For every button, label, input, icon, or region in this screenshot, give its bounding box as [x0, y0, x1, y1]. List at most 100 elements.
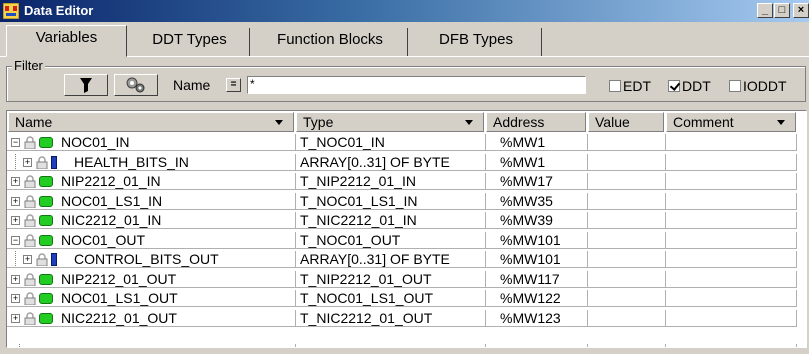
comment-cell[interactable] — [666, 193, 797, 210]
address-cell[interactable]: %MW1 — [486, 134, 588, 151]
expand-icon[interactable]: + — [11, 314, 20, 323]
name-cell[interactable]: + HEALTH_BITS_IN — [7, 154, 296, 171]
column-header-type[interactable]: Type — [296, 112, 484, 132]
type-cell[interactable]: T_NIC2212_01_OUT — [296, 310, 486, 327]
collapse-icon[interactable]: − — [11, 236, 20, 245]
name-cell[interactable]: + NIC2212_01_IN — [7, 212, 296, 229]
value-cell[interactable] — [588, 173, 666, 190]
expand-icon[interactable]: + — [11, 216, 20, 225]
type-cell[interactable]: T_NIP2212_01_IN — [296, 173, 486, 190]
address-cell[interactable]: %MW122 — [486, 290, 588, 307]
column-header-comment[interactable]: Comment — [666, 112, 796, 132]
chevron-down-icon[interactable] — [275, 120, 283, 125]
table-row[interactable]: + NIP2212_01_OUT T_NIP2212_01_OUT %MW117 — [7, 271, 797, 288]
value-cell[interactable] — [588, 232, 666, 249]
apply-filter-button[interactable] — [64, 74, 108, 96]
type-cell[interactable]: T_NOC01_LS1_OUT — [296, 290, 486, 307]
value-cell[interactable] — [588, 271, 666, 288]
value-cell[interactable] — [588, 310, 666, 327]
type-cell[interactable]: T_NIP2212_01_OUT — [296, 271, 486, 288]
value-cell[interactable] — [588, 193, 666, 210]
table-row[interactable]: + NIC2212_01_IN T_NIC2212_01_IN %MW39 — [7, 212, 797, 229]
name-cell[interactable]: − NOC01_OUT — [7, 232, 296, 249]
name-cell[interactable]: + NIP2212_01_OUT — [7, 271, 296, 288]
equals-operator-button[interactable]: = — [226, 78, 241, 92]
value-cell[interactable] — [588, 212, 666, 229]
comment-cell[interactable] — [666, 271, 797, 288]
expand-icon[interactable]: + — [23, 255, 32, 264]
type-cell[interactable]: T_NOC01_LS1_IN — [296, 193, 486, 210]
edt-checkbox-box[interactable] — [609, 80, 621, 92]
name-cell[interactable]: + CONTROL_BITS_OUT — [7, 251, 296, 268]
address-cell[interactable]: %MW123 — [486, 310, 588, 327]
column-header-name[interactable]: Name — [8, 112, 294, 132]
edt-checkbox[interactable]: EDT — [609, 78, 651, 94]
title-bar[interactable]: Data Editor _ □ × — [0, 0, 809, 22]
chevron-down-icon[interactable] — [777, 120, 785, 125]
address-cell[interactable]: %MW101 — [486, 232, 588, 249]
table-row[interactable]: + HEALTH_BITS_IN ARRAY[0..31] OF BYTE %MW1 — [7, 154, 797, 171]
tab-ddt-types[interactable]: DDT Types — [130, 28, 250, 56]
filter-settings-button[interactable] — [114, 74, 158, 96]
address-cell[interactable]: %MW35 — [486, 193, 588, 210]
address-cell[interactable]: %MW39 — [486, 212, 588, 229]
name-cell[interactable]: + NIC2212_01_OUT — [7, 310, 296, 327]
address-cell[interactable]: %MW1 — [486, 154, 588, 171]
variables-grid[interactable]: Name Type Address Value Comment − NOC01_I… — [6, 110, 807, 348]
comment-cell[interactable] — [666, 173, 797, 190]
column-header-address[interactable]: Address — [486, 112, 586, 132]
table-row[interactable]: − NOC01_IN T_NOC01_IN %MW1 — [7, 134, 797, 151]
collapse-icon[interactable]: − — [11, 138, 20, 147]
expand-icon[interactable]: + — [11, 197, 20, 206]
table-row[interactable]: + NIC2212_01_OUT T_NIC2212_01_OUT %MW123 — [7, 310, 797, 327]
comment-cell[interactable] — [666, 154, 797, 171]
minimize-button[interactable]: _ — [757, 3, 773, 18]
new-row-name-cell[interactable] — [7, 344, 296, 347]
name-cell[interactable]: + NOC01_LS1_OUT — [7, 290, 296, 307]
table-row[interactable]: + NIP2212_01_IN T_NIP2212_01_IN %MW17 — [7, 173, 797, 190]
type-cell[interactable]: T_NOC01_IN — [296, 134, 486, 151]
table-row[interactable]: + NOC01_LS1_IN T_NOC01_LS1_IN %MW35 — [7, 193, 797, 210]
table-row[interactable]: + NOC01_LS1_OUT T_NOC01_LS1_OUT %MW122 — [7, 290, 797, 307]
comment-cell[interactable] — [666, 232, 797, 249]
maximize-button[interactable]: □ — [774, 3, 790, 18]
value-cell[interactable] — [588, 154, 666, 171]
value-cell[interactable] — [588, 251, 666, 268]
variable-name: CONTROL_BITS_OUT — [74, 251, 219, 267]
new-row[interactable] — [7, 344, 797, 347]
comment-cell[interactable] — [666, 212, 797, 229]
address-cell[interactable]: %MW117 — [486, 271, 588, 288]
comment-cell[interactable] — [666, 310, 797, 327]
name-cell[interactable]: + NOC01_LS1_IN — [7, 193, 296, 210]
table-row[interactable]: − NOC01_OUT T_NOC01_OUT %MW101 — [7, 232, 797, 249]
close-button[interactable]: × — [793, 3, 809, 18]
column-header-value[interactable]: Value — [588, 112, 664, 132]
type-cell[interactable]: T_NIC2212_01_IN — [296, 212, 486, 229]
type-cell[interactable]: ARRAY[0..31] OF BYTE — [296, 154, 486, 171]
chevron-down-icon[interactable] — [465, 120, 473, 125]
ioddt-checkbox-box[interactable] — [729, 80, 741, 92]
expand-icon[interactable]: + — [11, 294, 20, 303]
expand-icon[interactable]: + — [11, 177, 20, 186]
table-row[interactable]: + CONTROL_BITS_OUT ARRAY[0..31] OF BYTE %MW… — [7, 251, 797, 268]
name-filter-input[interactable]: * — [247, 76, 586, 94]
expand-icon[interactable]: + — [11, 275, 20, 284]
type-cell[interactable]: T_NOC01_OUT — [296, 232, 486, 249]
comment-cell[interactable] — [666, 251, 797, 268]
expand-icon[interactable]: + — [23, 158, 32, 167]
tab-variables[interactable]: Variables — [6, 25, 127, 57]
name-cell[interactable]: + NIP2212_01_IN — [7, 173, 296, 190]
ddt-checkbox-box[interactable] — [668, 80, 680, 92]
ioddt-checkbox[interactable]: IODDT — [729, 78, 787, 94]
tab-dfb-types[interactable]: DFB Types — [411, 28, 542, 56]
value-cell[interactable] — [588, 134, 666, 151]
comment-cell[interactable] — [666, 290, 797, 307]
address-cell[interactable]: %MW101 — [486, 251, 588, 268]
type-cell[interactable]: ARRAY[0..31] OF BYTE — [296, 251, 486, 268]
name-cell[interactable]: − NOC01_IN — [7, 134, 296, 151]
value-cell[interactable] — [588, 290, 666, 307]
tab-function-blocks[interactable]: Function Blocks — [253, 28, 408, 56]
ddt-checkbox[interactable]: DDT — [668, 78, 711, 94]
address-cell[interactable]: %MW17 — [486, 173, 588, 190]
comment-cell[interactable] — [666, 134, 797, 151]
